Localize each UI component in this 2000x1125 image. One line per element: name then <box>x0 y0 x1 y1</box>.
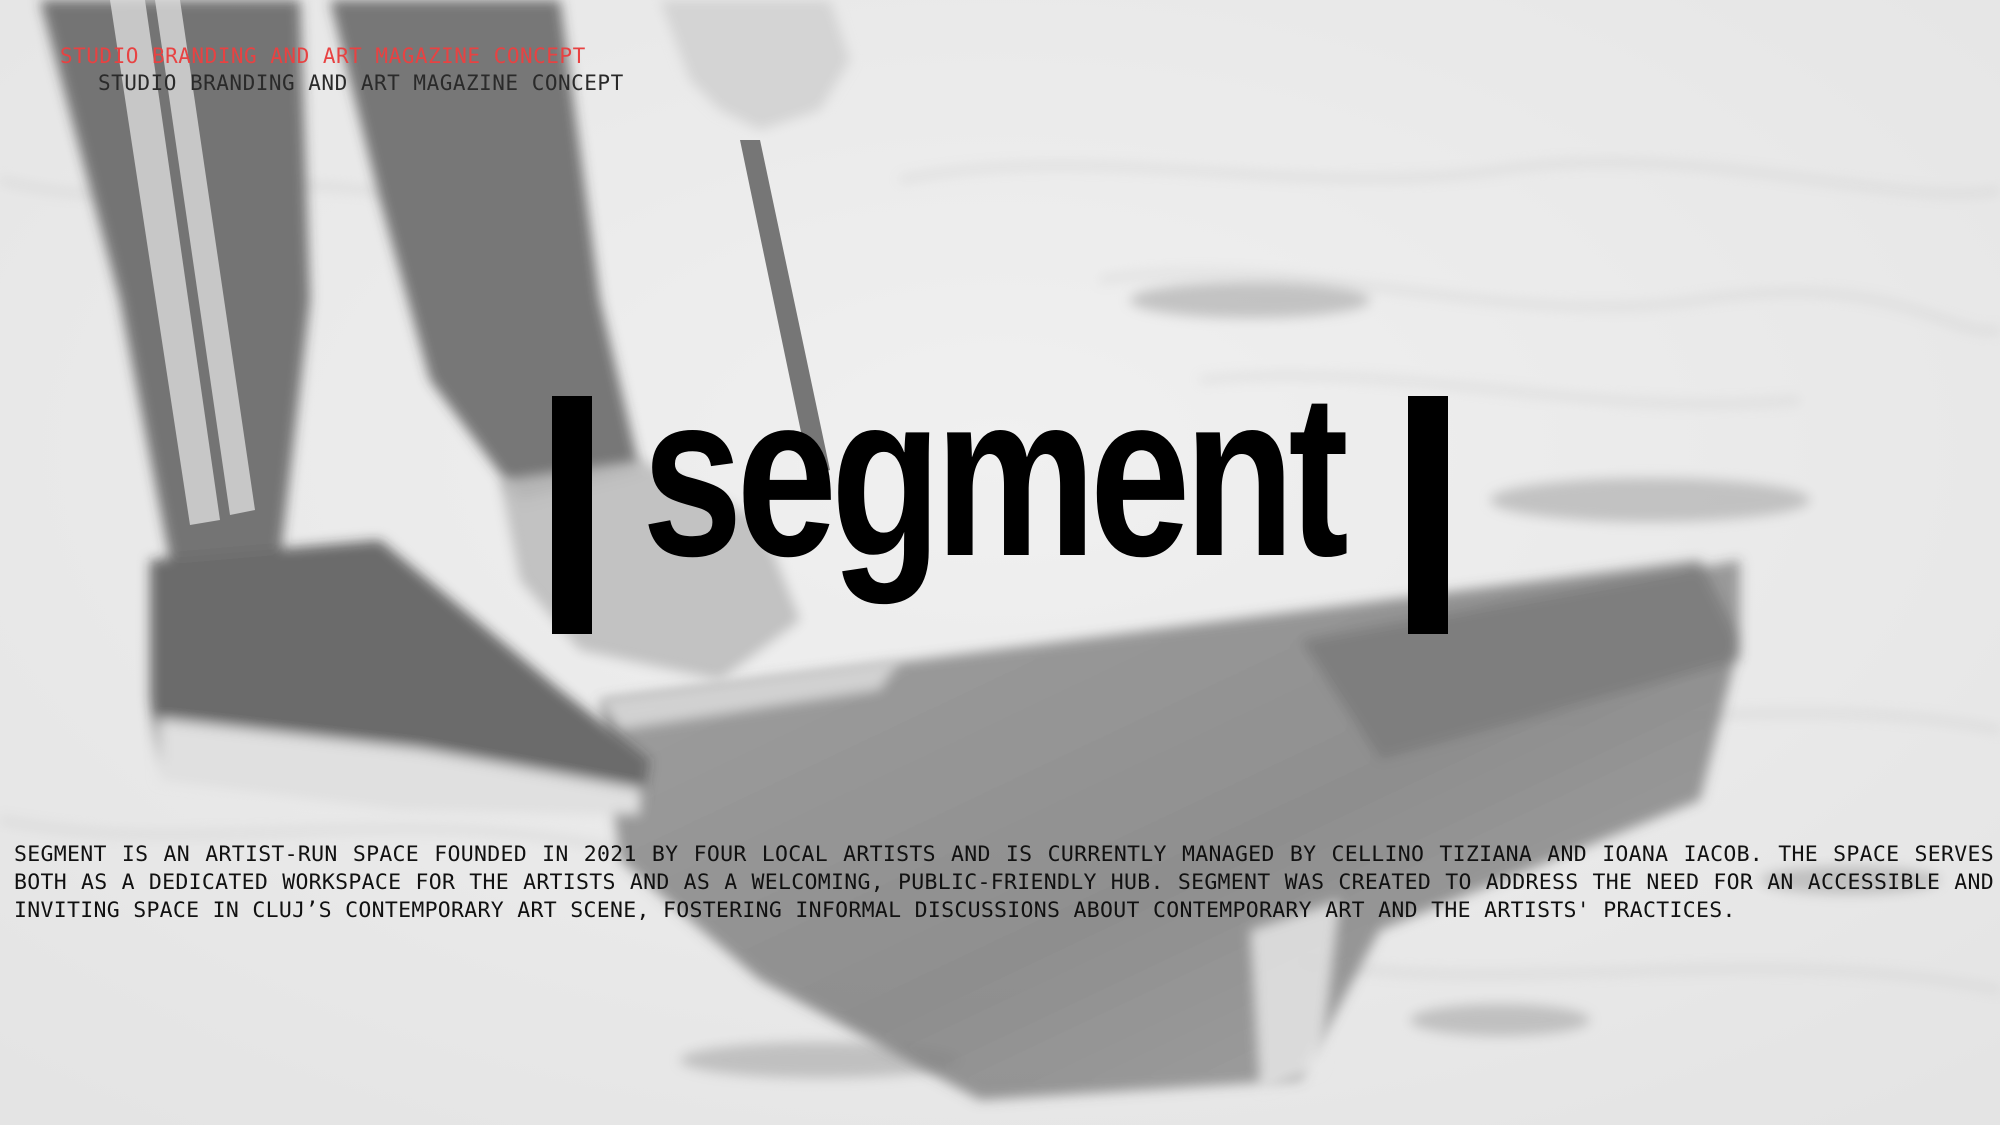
logo-left-bar <box>552 396 592 634</box>
slide: STUDIO BRANDING AND ART MAGAZINE CONCEPT… <box>0 0 2000 1125</box>
logo-wordmark: segment <box>642 346 1349 605</box>
tagline-primary: STUDIO BRANDING AND ART MAGAZINE CONCEPT <box>60 44 586 68</box>
tagline-secondary: STUDIO BRANDING AND ART MAGAZINE CONCEPT <box>98 71 624 95</box>
description-paragraph: SEGMENT IS AN ARTIST-RUN SPACE FOUNDED I… <box>14 842 1994 923</box>
logo-right-bar <box>1408 396 1448 634</box>
segment-logo: segment <box>552 360 1448 636</box>
